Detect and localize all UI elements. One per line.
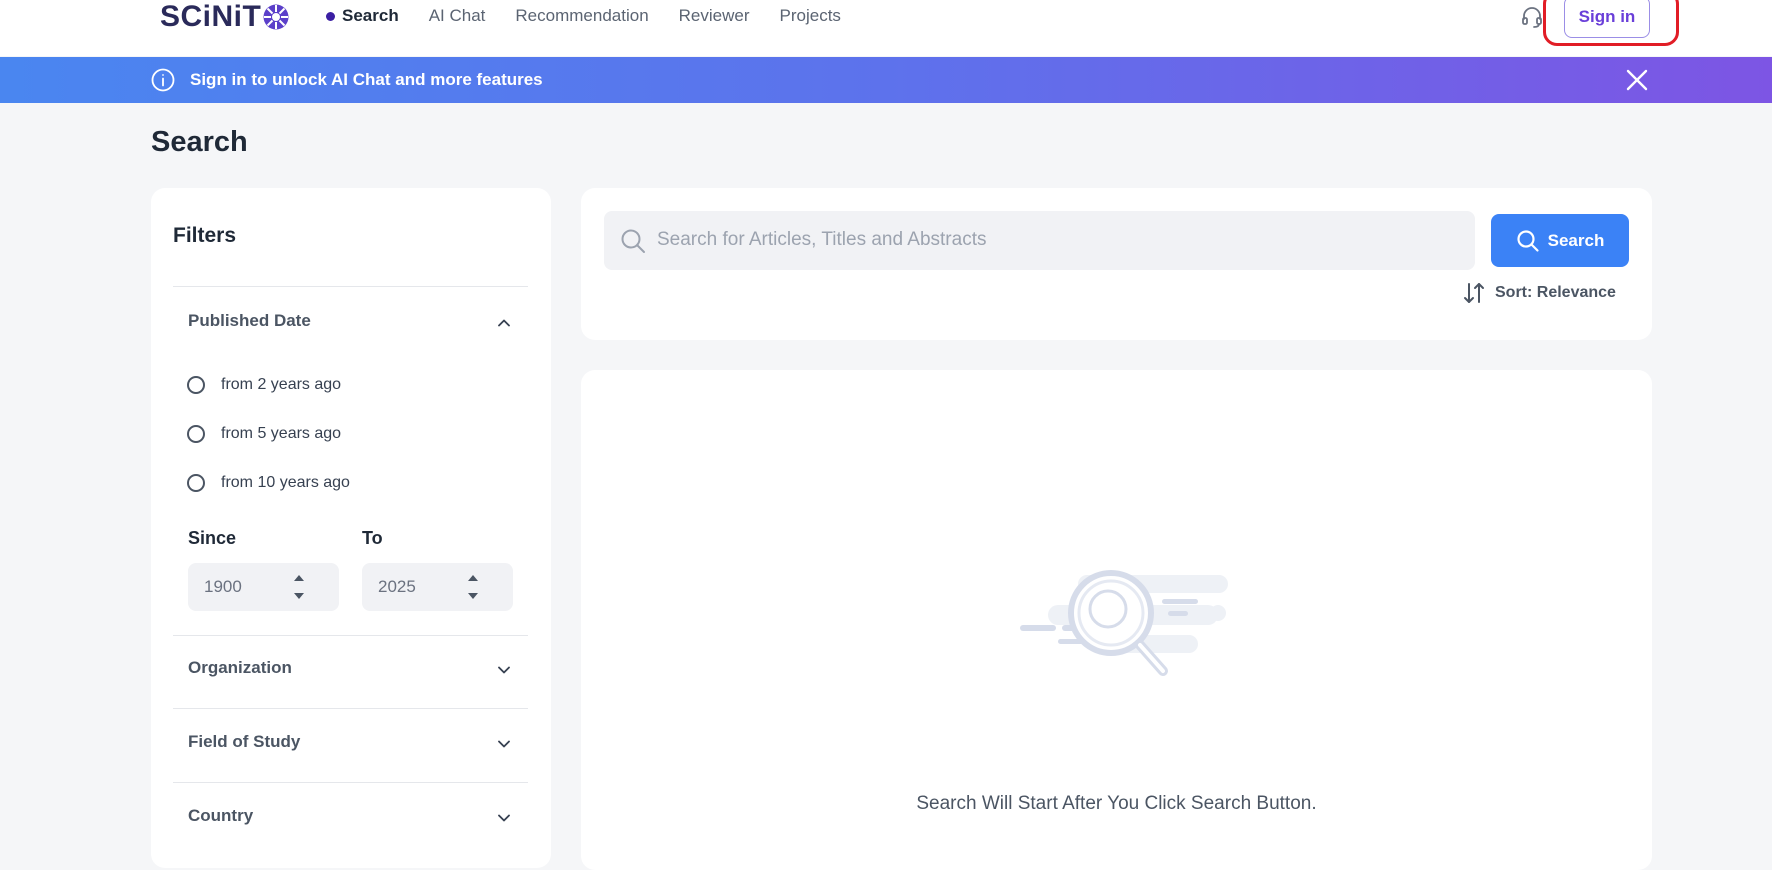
nav-reviewer-label: Reviewer (678, 6, 750, 25)
nav-recommendation-label: Recommendation (515, 6, 649, 25)
chevron-down-icon (498, 814, 510, 822)
page-title: Search (151, 126, 248, 158)
search-placeholder: Search for Articles, Titles and Abstract… (657, 229, 987, 250)
nav-ai-chat[interactable]: AI Chat (429, 6, 486, 26)
nav-reviewer[interactable]: Reviewer (679, 6, 750, 26)
since-year-input[interactable]: 1900 (188, 563, 339, 611)
divider (173, 635, 528, 636)
sort-label: Sort: Relevance (1495, 284, 1616, 301)
nav-ai-chat-label: AI Chat (428, 6, 486, 25)
organization-label: Organization (188, 658, 292, 677)
field-of-study-label: Field of Study (188, 732, 301, 751)
nav-recommendation[interactable]: Recommendation (515, 6, 648, 26)
scinito-logo[interactable]: SCiNiT (160, 0, 290, 34)
logo-text: SCiNiT (160, 0, 262, 33)
nav-search-label: Search (342, 6, 399, 25)
to-year-value: 2025 (378, 577, 416, 596)
main-nav: Search AI Chat Recommendation Reviewer P… (326, 2, 871, 30)
stepper-arrows-icon[interactable] (466, 571, 480, 603)
search-icon (1517, 229, 1539, 252)
sort-dropdown[interactable]: Sort: Relevance (1463, 281, 1616, 305)
search-button[interactable]: Search (1491, 214, 1629, 267)
country-label: Country (188, 806, 254, 825)
published-date-label: Published Date (188, 311, 311, 330)
radio-from-10-years[interactable]: from 10 years ago (187, 470, 350, 496)
sort-arrows-icon (1464, 283, 1484, 303)
divider (173, 286, 528, 287)
banner-text: Sign in to unlock AI Chat and more featu… (190, 70, 543, 89)
radio-circle (187, 474, 205, 492)
radio-from-5-years[interactable]: from 5 years ago (187, 421, 341, 447)
sign-in-label: Sign in (1578, 7, 1636, 26)
chevron-up-icon (498, 319, 510, 327)
search-card: Search for Articles, Titles and Abstract… (581, 188, 1652, 340)
radio-circle (187, 425, 205, 443)
empty-search-illustration (1020, 570, 1228, 676)
nav-projects-label: Projects (779, 6, 841, 25)
radio-circle (187, 376, 205, 394)
top-navigation-bar: SCiNiT Search AI Chat Recommendation Rev… (0, 0, 1772, 56)
to-label: To (362, 528, 383, 548)
search-icon (621, 229, 645, 253)
radio-label: from 2 years ago (221, 376, 342, 393)
search-input[interactable]: Search for Articles, Titles and Abstract… (604, 211, 1475, 270)
radio-label: from 10 years ago (221, 474, 350, 491)
headset-icon[interactable] (1520, 5, 1544, 29)
filters-panel: Filters Published Date from 2 years ago … (151, 188, 551, 868)
nav-projects[interactable]: Projects (780, 6, 841, 26)
results-card: Search Will Start After You Click Search… (581, 370, 1652, 870)
empty-state-message: Search Will Start After You Click Search… (916, 793, 1317, 814)
info-icon (151, 68, 175, 92)
published-date-toggle[interactable]: Published Date (173, 303, 528, 343)
to-year-input[interactable]: 2025 (362, 563, 513, 611)
chevron-down-icon (498, 666, 510, 674)
logo-orb-icon (263, 4, 289, 30)
search-button-label: Search (1547, 230, 1605, 250)
sign-in-button[interactable]: Sign in (1564, 0, 1650, 38)
nav-search[interactable]: Search (326, 6, 399, 26)
field-of-study-toggle[interactable]: Field of Study (173, 724, 528, 764)
close-icon[interactable] (1624, 67, 1650, 93)
since-year-value: 1900 (204, 577, 242, 596)
divider (173, 782, 528, 783)
since-label: Since (188, 528, 237, 548)
active-dot-icon (326, 11, 335, 21)
country-toggle[interactable]: Country (173, 798, 528, 838)
radio-from-2-years[interactable]: from 2 years ago (187, 372, 341, 398)
filters-title: Filters (173, 224, 237, 247)
divider (173, 708, 528, 709)
sign-in-banner: Sign in to unlock AI Chat and more featu… (0, 57, 1772, 103)
organization-toggle[interactable]: Organization (173, 650, 528, 690)
stepper-arrows-icon[interactable] (292, 571, 306, 603)
radio-label: from 5 years ago (221, 425, 342, 442)
chevron-down-icon (498, 740, 510, 748)
